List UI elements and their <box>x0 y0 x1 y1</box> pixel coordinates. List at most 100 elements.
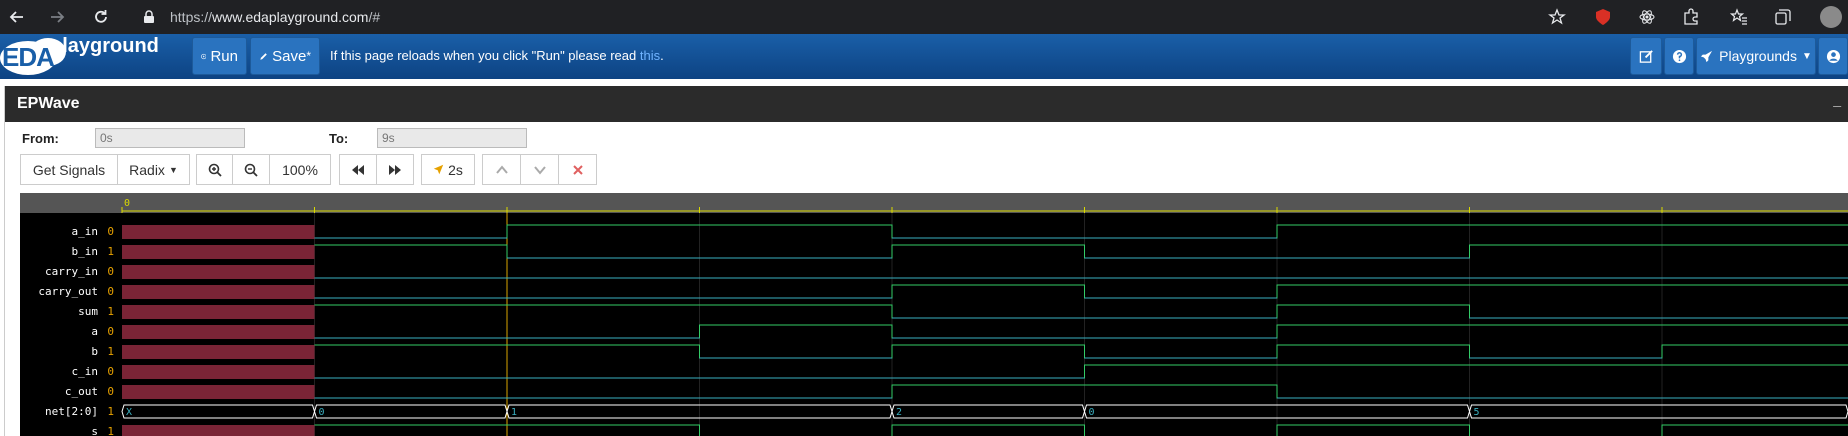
shield-extension-icon[interactable] <box>1594 8 1612 26</box>
move-up-button[interactable] <box>482 154 521 185</box>
undefined-segment <box>122 365 315 379</box>
signal-name: c_in <box>72 365 99 378</box>
waveform-viewer[interactable]: 0 a_in 0 b_in 1 carry_in 0 carry_out 0 sum 1 a 0 b 1 c_… <box>20 193 1848 436</box>
fast-backward-icon <box>352 164 364 175</box>
signal-trace <box>314 244 1848 259</box>
signal-value: 0 <box>107 325 114 338</box>
bus-segment <box>891 404 1086 419</box>
signal-trace <box>314 304 1848 319</box>
reload-notice: If this page reloads when you click "Run… <box>330 48 664 63</box>
bus-segment <box>121 404 316 419</box>
next-edge-button[interactable] <box>376 154 414 185</box>
bus-value-label: 0 <box>1089 407 1095 418</box>
address-bar[interactable]: https://www.edaplayground.com/# <box>134 4 1574 30</box>
url-scheme: https:// <box>170 9 213 25</box>
bus-value-label: 5 <box>1474 407 1480 418</box>
notice-text: If this page reloads when you click "Run… <box>330 48 640 63</box>
browser-toolbar: https://www.edaplayground.com/# <box>0 0 1848 34</box>
signal-name: sum <box>78 305 98 318</box>
from-input[interactable] <box>95 128 245 148</box>
playgrounds-dropdown[interactable]: Playgrounds ▼ <box>1696 37 1816 75</box>
signal-value: 0 <box>107 365 114 378</box>
undefined-segment <box>122 285 315 299</box>
location-arrow-icon <box>433 164 444 175</box>
zoom-level-display[interactable]: 100% <box>269 154 331 185</box>
collections-icon[interactable] <box>1774 8 1792 26</box>
signal-value: 0 <box>107 385 114 398</box>
undefined-segment <box>122 245 315 259</box>
signal-value: 1 <box>107 345 114 358</box>
signal-name: b <box>91 345 98 358</box>
signal-value: 1 <box>107 245 114 258</box>
logo-playground-text: playground <box>50 35 159 57</box>
signal-name: s <box>91 425 98 436</box>
back-button[interactable] <box>0 0 34 34</box>
save-button[interactable]: Save * <box>250 37 320 75</box>
undefined-segment <box>122 265 315 279</box>
move-down-button[interactable] <box>520 154 559 185</box>
prev-edge-button[interactable] <box>339 154 377 185</box>
signal-trace <box>314 224 1848 239</box>
to-input[interactable] <box>377 128 527 148</box>
signal-value: 1 <box>107 305 114 318</box>
unsaved-marker: * <box>306 49 311 63</box>
minimize-button[interactable]: _ <box>1833 92 1841 108</box>
signal-name: net[2:0] <box>45 405 98 418</box>
signal-name: c_out <box>65 385 98 398</box>
question-icon <box>1672 49 1686 63</box>
zoom-in-button[interactable] <box>196 154 233 185</box>
eda-logo[interactable]: EDA playground <box>0 34 180 79</box>
user-button[interactable] <box>1818 37 1848 75</box>
react-devtools-icon[interactable] <box>1638 8 1656 26</box>
rocket-icon <box>1701 50 1713 62</box>
logo-eda-text: EDA <box>2 42 55 72</box>
bus-value-label: 2 <box>896 407 902 418</box>
reload-button[interactable] <box>84 0 118 34</box>
edit-button[interactable] <box>1630 37 1662 75</box>
favorite-star-icon[interactable] <box>1548 8 1566 26</box>
epwave-title: EPWave <box>17 95 80 112</box>
undefined-segment <box>122 345 315 359</box>
get-signals-button[interactable]: Get Signals <box>20 154 118 185</box>
waveform-canvas[interactable]: 0a_in 0b_in 1carry_in 0carry_out 0sum 1a 0b 1c_… <box>20 193 1848 436</box>
marker-label: 2s <box>448 161 463 178</box>
run-label: Run <box>210 47 238 65</box>
forward-button[interactable] <box>40 0 74 34</box>
save-label: Save <box>272 47 307 65</box>
marker-button[interactable]: 2s <box>421 154 475 185</box>
undefined-segment <box>122 325 315 339</box>
help-button[interactable] <box>1664 37 1694 75</box>
bus-value-label: 0 <box>319 407 325 418</box>
favorites-list-icon[interactable] <box>1730 8 1748 26</box>
signal-value: 0 <box>107 285 114 298</box>
profile-avatar[interactable] <box>1820 6 1842 28</box>
undefined-segment <box>122 385 315 399</box>
zoom-out-button[interactable] <box>232 154 270 185</box>
edit-icon <box>1639 49 1653 63</box>
remove-signal-button[interactable] <box>558 154 597 185</box>
time-label: 0 <box>124 198 130 209</box>
notice-link[interactable]: this <box>640 48 660 63</box>
radix-label: Radix <box>129 161 165 178</box>
undefined-segment <box>122 305 315 319</box>
zoom-out-icon <box>244 163 258 177</box>
undefined-segment <box>122 425 315 436</box>
signal-value: 1 <box>107 425 114 436</box>
chevron-down-icon <box>533 165 546 175</box>
to-label: To: <box>329 131 349 146</box>
arrow-right-icon <box>51 11 65 23</box>
run-button[interactable]: Run <box>192 37 247 75</box>
url-text: https://www.edaplayground.com/# <box>170 9 380 25</box>
close-icon <box>572 164 583 175</box>
extensions-puzzle-icon[interactable] <box>1682 8 1700 26</box>
bus-value-label: X <box>126 407 132 418</box>
bus-value-label: 1 <box>511 407 517 418</box>
signal-name: b_in <box>72 245 99 258</box>
signal-name: carry_in <box>45 265 98 278</box>
signal-trace <box>314 364 1848 379</box>
zoom-in-icon <box>208 163 222 177</box>
signal-name: carry_out <box>38 285 98 298</box>
signal-trace <box>314 424 1848 436</box>
arrow-left-icon <box>9 11 23 23</box>
radix-dropdown[interactable]: Radix ▼ <box>117 154 190 185</box>
